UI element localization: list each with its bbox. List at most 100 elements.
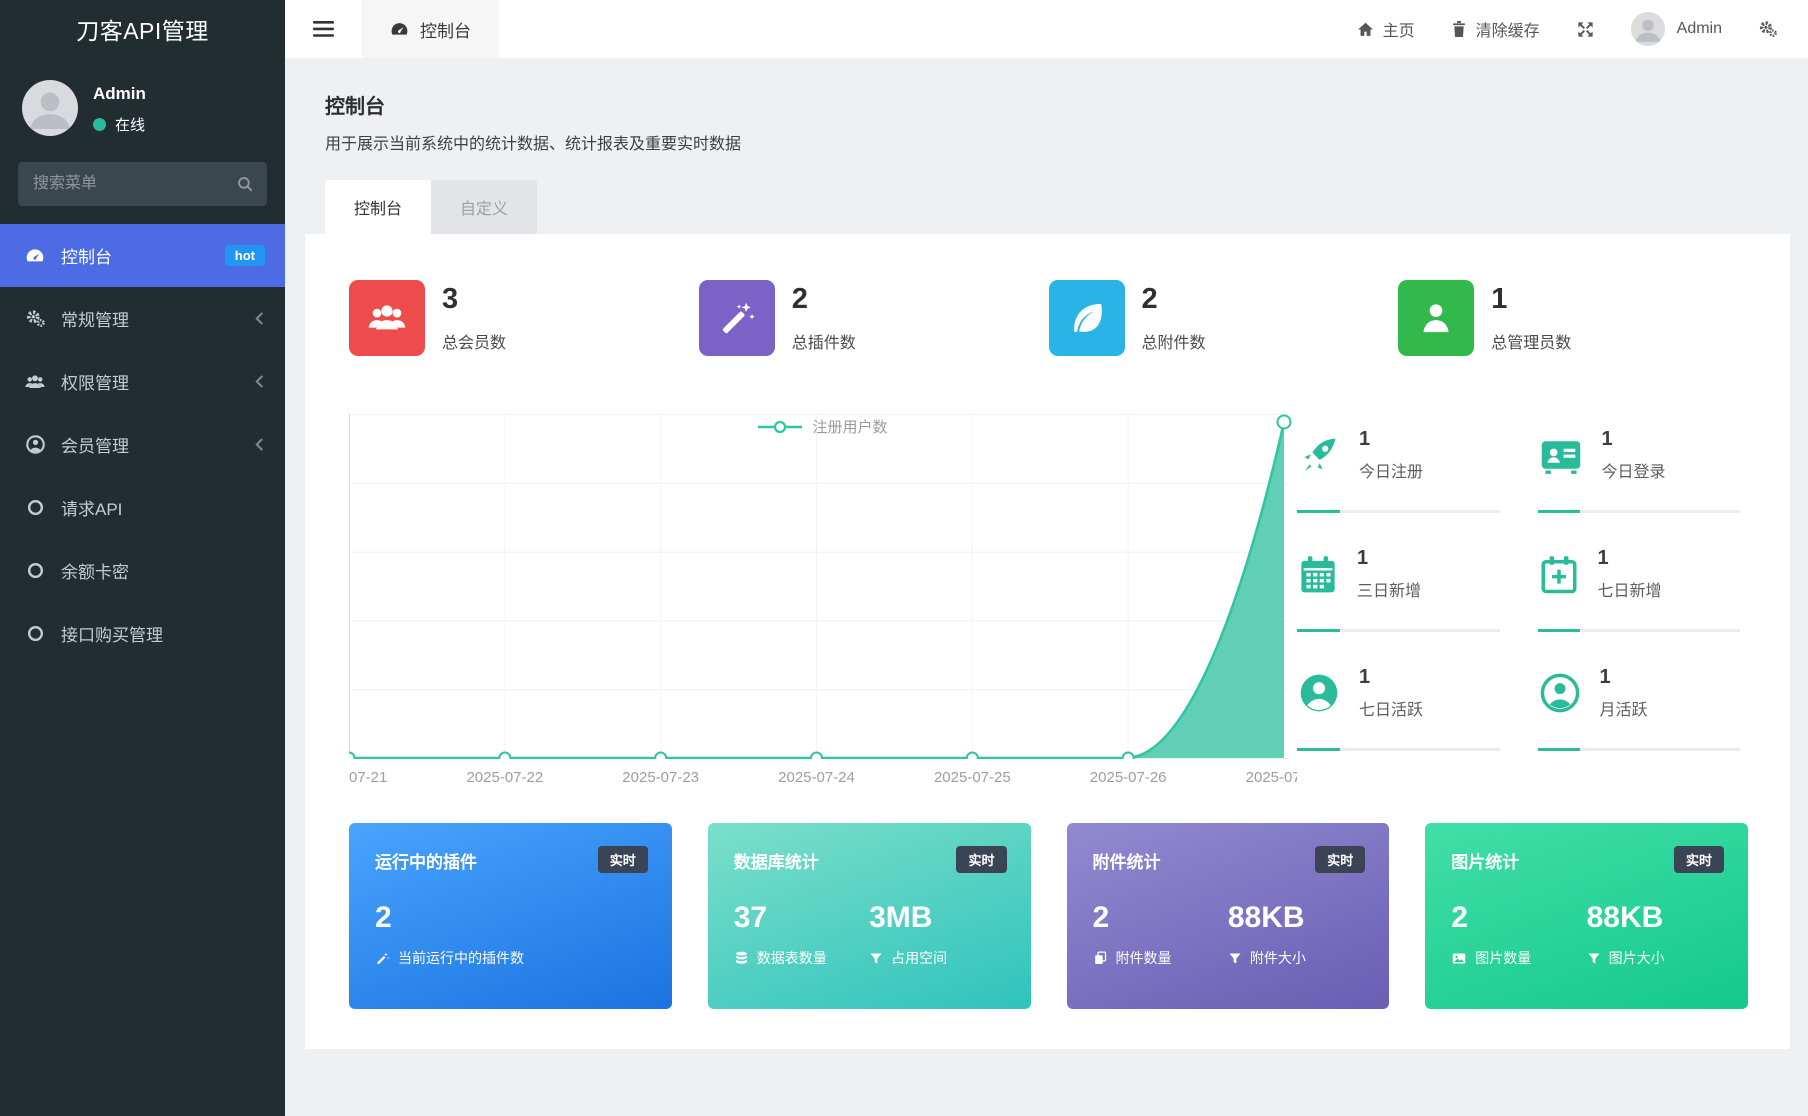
copy-icon	[1093, 950, 1108, 966]
mini-stat-7day-new: 1 七日新增	[1538, 533, 1749, 652]
tab-dashboard[interactable]: 控制台	[362, 0, 499, 58]
metric-label: 图片大小	[1609, 948, 1665, 968]
chevron-left-icon	[254, 437, 265, 452]
admin-user-icon	[1398, 280, 1474, 356]
sidebar-item-label: 常规管理	[61, 306, 129, 331]
card-image-stats: 图片统计 实时 2 图片数量 88KB	[1425, 823, 1748, 1009]
tab-label: 控制台	[420, 17, 471, 42]
mini-stat-value: 1	[1359, 666, 1423, 689]
mini-stat-label: 三日新增	[1357, 577, 1421, 601]
home-link[interactable]: 主页	[1357, 17, 1415, 41]
sidebar-item-general[interactable]: 常规管理	[0, 287, 285, 350]
sidebar-user-panel: Admin 在线	[0, 58, 285, 150]
mini-stat-today-login: 1 今日登录	[1538, 414, 1749, 533]
online-status-dot	[93, 118, 106, 131]
users-icon	[349, 280, 425, 356]
chevron-left-icon	[254, 374, 265, 389]
search-input[interactable]	[18, 162, 267, 206]
gauge-icon	[390, 20, 409, 39]
gears-icon	[24, 308, 46, 329]
user-avatar-icon	[22, 80, 78, 136]
realtime-badge: 实时	[1674, 846, 1724, 873]
mini-stat-3day-new: 1 三日新增	[1297, 533, 1508, 652]
metric-value: 88KB	[1587, 901, 1722, 934]
chart-x-tick: 2025-07-22	[466, 769, 543, 786]
chart-x-tick: 2025-07-24	[778, 769, 855, 786]
filter-icon	[869, 951, 883, 966]
filter-icon	[1587, 951, 1601, 966]
hot-badge: hot	[225, 245, 265, 266]
circle-o-icon	[24, 498, 46, 517]
metric-label: 当前运行中的插件数	[398, 948, 524, 968]
sidebar-user-status: 在线	[115, 114, 145, 135]
sidebar-item-label: 控制台	[61, 243, 112, 268]
chart-x-tick: 07-21	[349, 769, 387, 786]
stat-total-admins: 1 总管理员数	[1398, 280, 1748, 356]
sidebar-item-label: 余额卡密	[61, 558, 129, 583]
hamburger-icon[interactable]	[285, 0, 362, 58]
dashboard-panel: 3 总会员数 2 总插件数	[305, 234, 1790, 1049]
metric-label: 附件大小	[1250, 948, 1306, 968]
chart-x-tick: 2025-07-26	[1090, 769, 1167, 786]
summary-cards-row: 运行中的插件 实时 2 当前运行中的插件数 数据库统计	[349, 823, 1748, 1009]
stat-total-attachments: 2 总附件数	[1049, 280, 1399, 356]
stats-row: 3 总会员数 2 总插件数	[349, 280, 1748, 356]
legend-label: 注册用户数	[812, 416, 887, 437]
trash-icon	[1451, 20, 1467, 38]
card-running-plugins: 运行中的插件 实时 2 当前运行中的插件数	[349, 823, 672, 1009]
gauge-icon	[24, 246, 46, 266]
mini-stat-label: 月活跃	[1600, 696, 1648, 720]
sidebar-item-label: 会员管理	[61, 432, 129, 457]
image-icon	[1451, 951, 1467, 966]
user-circle-outline-icon	[1538, 671, 1582, 715]
middle-row: 注册用户数 07-21 2025-07-22 2025-07-23 2025-07-2…	[349, 414, 1748, 795]
chart-x-tick: 2025-07-23	[622, 769, 699, 786]
home-label: 主页	[1383, 17, 1415, 41]
metric-value: 2	[1093, 901, 1228, 934]
user-circle-solid-icon	[1297, 671, 1341, 715]
metric-label: 图片数量	[1475, 948, 1531, 968]
topbar-user-menu[interactable]: Admin	[1631, 12, 1722, 46]
sidebar: 刀客API管理 Admin 在线 控制台 hot	[0, 0, 285, 1116]
content: 控制台 用于展示当前系统中的统计数据、统计报表及重要实时数据 控制台 自定义 3…	[285, 58, 1808, 1116]
stat-label: 总附件数	[1142, 329, 1206, 353]
clear-cache-link[interactable]: 清除缓存	[1451, 17, 1540, 41]
database-icon	[734, 950, 749, 966]
avatar[interactable]	[22, 80, 78, 136]
metric-label: 数据表数量	[757, 948, 827, 968]
mini-stat-progress	[1297, 510, 1500, 513]
mini-stat-value: 1	[1602, 428, 1666, 451]
id-card-icon	[1538, 433, 1584, 477]
sidebar-item-dashboard[interactable]: 控制台 hot	[0, 224, 285, 287]
sidebar-item-request-api[interactable]: 请求API	[0, 476, 285, 539]
settings-button[interactable]	[1758, 19, 1778, 39]
sidebar-item-permissions[interactable]: 权限管理	[0, 350, 285, 413]
mini-stat-value: 1	[1357, 547, 1421, 570]
sidebar-search	[18, 162, 267, 206]
sidebar-item-balance-cards[interactable]: 余额卡密	[0, 539, 285, 602]
chart-legend[interactable]: 注册用户数	[349, 416, 1297, 437]
calendar-icon	[1297, 552, 1339, 596]
sidebar-item-api-purchase[interactable]: 接口购买管理	[0, 602, 285, 665]
page-subtitle: 用于展示当前系统中的统计数据、统计报表及重要实时数据	[325, 130, 1788, 154]
sidebar-user-name: Admin	[93, 84, 146, 104]
mini-stat-value: 1	[1600, 666, 1648, 689]
expand-icon	[1576, 20, 1595, 39]
search-icon[interactable]	[236, 175, 254, 193]
metric-value: 3MB	[869, 901, 1004, 934]
circle-o-icon	[24, 624, 46, 643]
rocket-icon	[1297, 433, 1341, 477]
sidebar-item-label: 请求API	[61, 495, 122, 520]
tab-custom[interactable]: 自定义	[431, 180, 537, 234]
magic-wand-icon	[375, 951, 390, 966]
tab-console[interactable]: 控制台	[325, 180, 431, 234]
mini-stat-label: 七日活跃	[1359, 696, 1423, 720]
fullscreen-button[interactable]	[1576, 20, 1595, 39]
metric-value: 2	[375, 901, 646, 934]
card-attachment-stats: 附件统计 实时 2 附件数量 88KB	[1067, 823, 1390, 1009]
stat-label: 总会员数	[442, 329, 506, 353]
registrations-chart: 注册用户数 07-21 2025-07-22 2025-07-23 2025-07-2…	[349, 414, 1297, 795]
chart-x-axis-labels: 07-21 2025-07-22 2025-07-23 2025-07-24 2025-…	[349, 769, 1297, 795]
sidebar-item-members[interactable]: 会员管理	[0, 413, 285, 476]
calendar-plus-icon	[1538, 552, 1580, 596]
